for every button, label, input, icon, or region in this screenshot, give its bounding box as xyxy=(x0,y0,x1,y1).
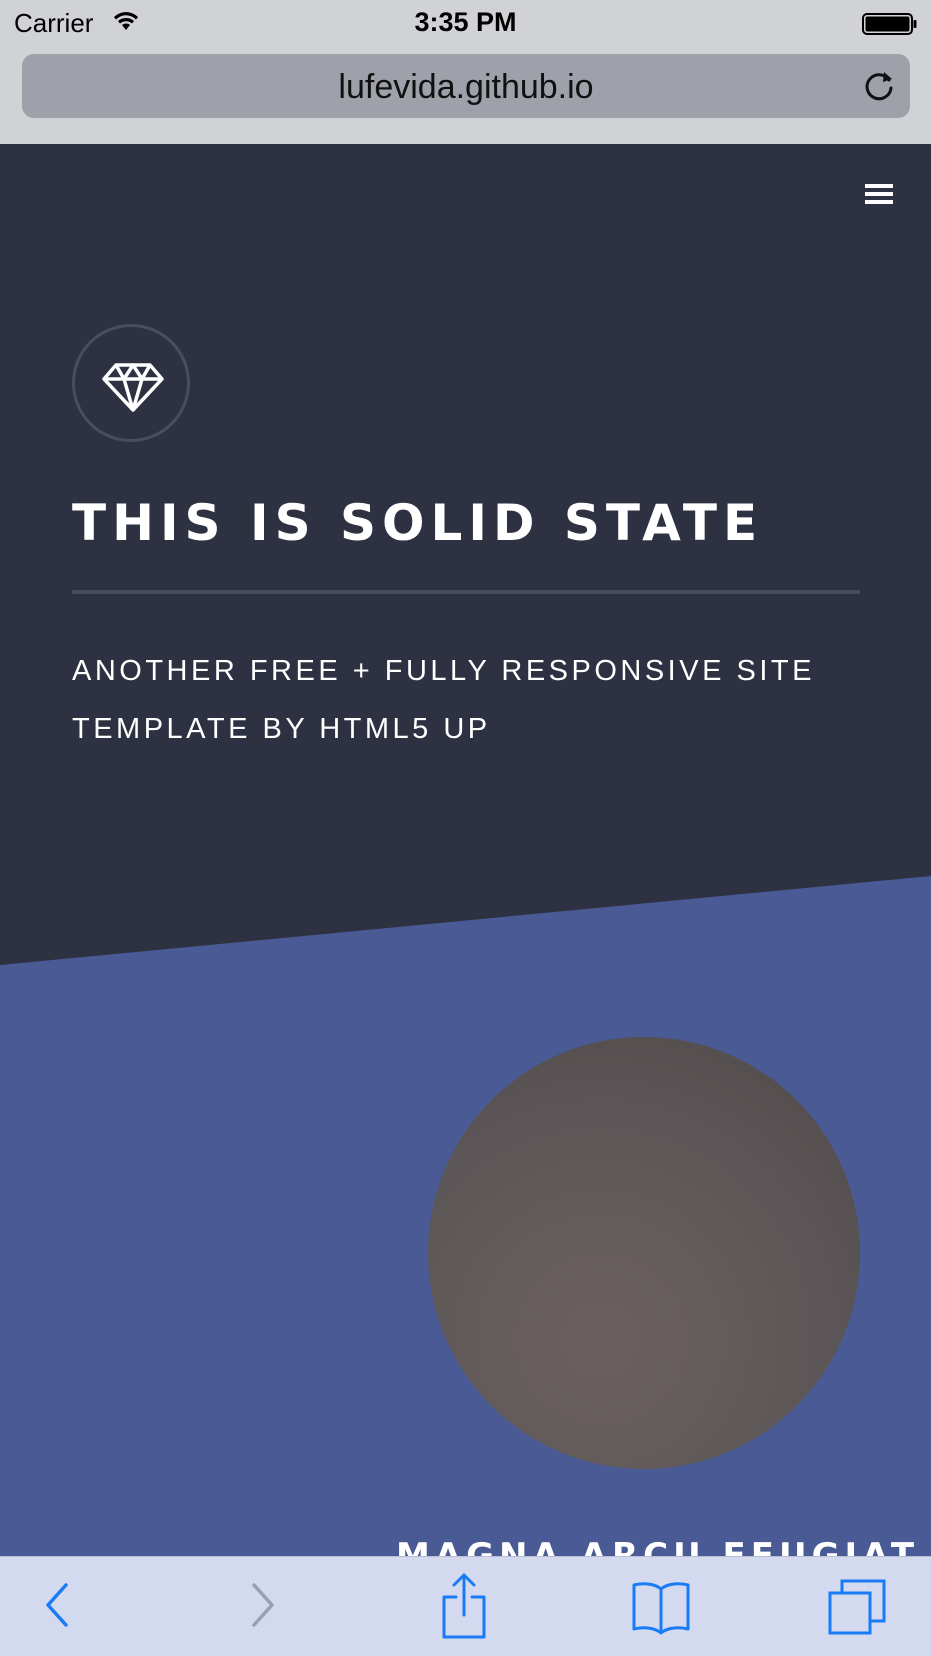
reload-icon[interactable] xyxy=(862,68,896,109)
back-chevron-icon[interactable] xyxy=(40,1577,76,1638)
status-bar: Carrier 3:35 PM xyxy=(0,0,931,46)
page-title: THIS IS SOLID STATE xyxy=(72,494,764,552)
bookmarks-book-icon[interactable] xyxy=(630,1579,692,1640)
diamond-icon xyxy=(102,363,164,412)
feature-title[interactable]: MAGNA ARCU FEUGIAT xyxy=(396,1536,919,1556)
logo xyxy=(72,324,190,442)
divider xyxy=(72,590,860,594)
url-text[interactable]: lufevida.github.io xyxy=(22,68,910,107)
share-icon[interactable] xyxy=(436,1571,492,1646)
tabs-icon[interactable] xyxy=(826,1577,888,1644)
battery-icon xyxy=(862,12,918,41)
browser-toolbar xyxy=(0,1556,931,1656)
hamburger-menu-icon[interactable] xyxy=(865,182,893,211)
address-bar[interactable]: lufevida.github.io xyxy=(22,54,910,118)
browser-chrome: lufevida.github.io xyxy=(0,46,931,144)
feature-image[interactable] xyxy=(428,1037,860,1469)
status-time: 3:35 PM xyxy=(414,7,517,37)
forward-chevron-icon[interactable] xyxy=(244,1577,280,1638)
web-page: THIS IS SOLID STATE ANOTHER FREE + FULLY… xyxy=(0,144,931,1556)
tagline: ANOTHER FREE + FULLY RESPONSIVE SITE TEM… xyxy=(72,655,815,745)
